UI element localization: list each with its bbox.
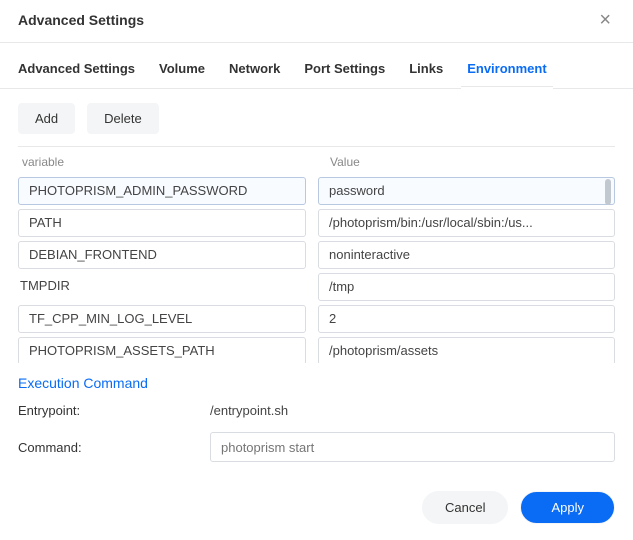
- execution-command-heading: Execution Command: [18, 375, 615, 391]
- tab-port-settings[interactable]: Port Settings: [304, 57, 385, 80]
- table-row[interactable]: TF_CPP_MIN_LOG_LEVEL 2: [18, 305, 615, 333]
- tab-links[interactable]: Links: [409, 57, 443, 80]
- env-value-input[interactable]: /photoprism/assets: [318, 337, 615, 363]
- tab-advanced-settings[interactable]: Advanced Settings: [18, 57, 135, 80]
- entrypoint-value: /entrypoint.sh: [210, 403, 615, 418]
- table-row[interactable]: DEBIAN_FRONTEND noninteractive: [18, 241, 615, 269]
- env-table-body: PHOTOPRISM_ADMIN_PASSWORD password PATH …: [18, 177, 615, 363]
- scrollbar-thumb[interactable]: [605, 179, 611, 205]
- env-variable-input[interactable]: DEBIAN_FRONTEND: [18, 241, 306, 269]
- entrypoint-label: Entrypoint:: [18, 403, 210, 418]
- table-row[interactable]: PHOTOPRISM_ASSETS_PATH /photoprism/asset…: [18, 337, 615, 363]
- table-row[interactable]: PHOTOPRISM_ADMIN_PASSWORD password: [18, 177, 615, 205]
- tab-bar: Advanced Settings Volume Network Port Se…: [0, 43, 633, 89]
- apply-button[interactable]: Apply: [520, 491, 615, 524]
- add-button[interactable]: Add: [18, 103, 75, 134]
- close-icon[interactable]: ×: [595, 10, 615, 30]
- env-variable-input[interactable]: PHOTOPRISM_ADMIN_PASSWORD: [18, 177, 306, 205]
- dialog-title: Advanced Settings: [18, 12, 144, 28]
- tab-network[interactable]: Network: [229, 57, 280, 80]
- env-variable-input[interactable]: PATH: [18, 209, 306, 237]
- command-input[interactable]: [210, 432, 615, 462]
- env-value-input[interactable]: /photoprism/bin:/usr/local/sbin:/us...: [318, 209, 615, 237]
- env-value-input[interactable]: password: [318, 177, 615, 205]
- column-header-variable: variable: [18, 155, 318, 169]
- env-variable-input[interactable]: TMPDIR: [18, 273, 306, 301]
- env-value-input[interactable]: noninteractive: [318, 241, 615, 269]
- column-header-value: Value: [318, 155, 615, 169]
- env-variable-input[interactable]: TF_CPP_MIN_LOG_LEVEL: [18, 305, 306, 333]
- delete-button[interactable]: Delete: [87, 103, 159, 134]
- cancel-button[interactable]: Cancel: [422, 491, 508, 524]
- command-label: Command:: [18, 440, 210, 455]
- tab-volume[interactable]: Volume: [159, 57, 205, 80]
- table-row[interactable]: TMPDIR /tmp: [18, 273, 615, 301]
- table-row[interactable]: PATH /photoprism/bin:/usr/local/sbin:/us…: [18, 209, 615, 237]
- tab-environment[interactable]: Environment: [467, 57, 546, 80]
- env-variable-input[interactable]: PHOTOPRISM_ASSETS_PATH: [18, 337, 306, 363]
- env-value-input[interactable]: 2: [318, 305, 615, 333]
- env-value-input[interactable]: /tmp: [318, 273, 615, 301]
